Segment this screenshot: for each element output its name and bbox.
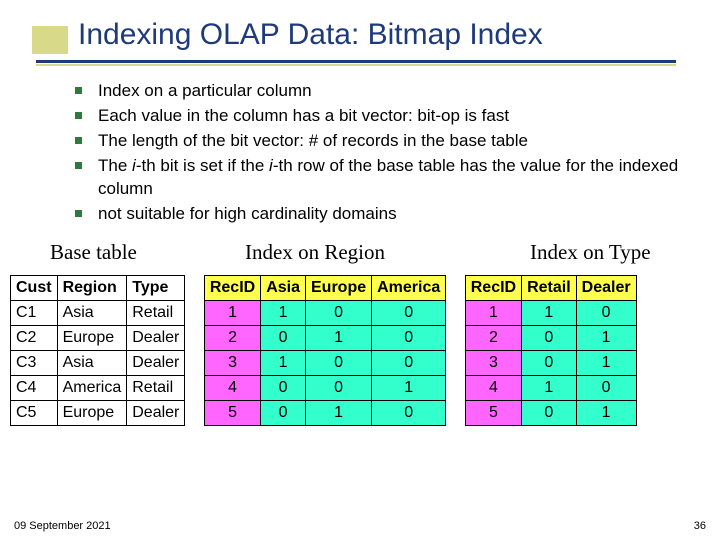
type-index-table: RecID Retail Dealer 1 1 0 2 0 1 3 0 1 4 [465, 275, 637, 426]
bullet-text: The length of the bit vector: # of recor… [98, 130, 680, 153]
table-row: 5 0 1 0 [204, 401, 445, 426]
table-row: C4 America Retail [11, 376, 185, 401]
bullet-item: The length of the bit vector: # of recor… [75, 130, 680, 153]
col-recid: RecID [204, 276, 260, 301]
col-cust: Cust [11, 276, 58, 301]
table-row: C1 Asia Retail [11, 301, 185, 326]
col-type: Type [127, 276, 185, 301]
accent-box [32, 26, 68, 54]
title-underline [36, 60, 676, 63]
table-header-row: RecID Retail Dealer [465, 276, 636, 301]
table-row: 2 0 1 [465, 326, 636, 351]
bullet-item: Each value in the column has a bit vecto… [75, 105, 680, 128]
table-row: C3 Asia Dealer [11, 351, 185, 376]
footer-page-number: 36 [694, 520, 706, 532]
slide: Indexing OLAP Data: Bitmap Index Index o… [0, 0, 720, 540]
table-row: 5 0 1 [465, 401, 636, 426]
bullet-text: not suitable for high cardinality domain… [98, 203, 680, 226]
table-row: 1 1 0 [465, 301, 636, 326]
bullet-item: Index on a particular column [75, 80, 680, 103]
table-row: 4 0 0 1 [204, 376, 445, 401]
bullet-icon [75, 210, 82, 217]
col-europe: Europe [306, 276, 372, 301]
col-region: Region [57, 276, 127, 301]
slide-title: Indexing OLAP Data: Bitmap Index [78, 18, 543, 52]
bullet-text: Index on a particular column [98, 80, 680, 103]
bullet-item: not suitable for high cardinality domain… [75, 203, 680, 226]
bullet-list: Index on a particular column Each value … [75, 80, 680, 228]
bullet-item: The i-th bit is set if the i-th row of t… [75, 155, 680, 201]
table-row: 1 1 0 0 [204, 301, 445, 326]
bullet-icon [75, 112, 82, 119]
table-row: 2 0 1 0 [204, 326, 445, 351]
bullet-text: Each value in the column has a bit vecto… [98, 105, 680, 128]
bullet-icon [75, 162, 82, 169]
table-row: 3 0 1 [465, 351, 636, 376]
col-recid: RecID [465, 276, 521, 301]
col-asia: Asia [261, 276, 306, 301]
table-row: 4 1 0 [465, 376, 636, 401]
label-index-region: Index on Region [245, 240, 385, 265]
col-america: America [372, 276, 446, 301]
bullet-text: The i-th bit is set if the i-th row of t… [98, 155, 680, 201]
base-table: Cust Region Type C1 Asia Retail C2 Europ… [10, 275, 185, 426]
table-header-row: Cust Region Type [11, 276, 185, 301]
bullet-icon [75, 87, 82, 94]
region-index-table: RecID Asia Europe America 1 1 0 0 2 0 1 … [204, 275, 446, 426]
footer-date: 09 September 2021 [14, 520, 111, 532]
table-row: 3 1 0 0 [204, 351, 445, 376]
col-dealer: Dealer [576, 276, 636, 301]
table-row: C5 Europe Dealer [11, 401, 185, 426]
table-header-row: RecID Asia Europe America [204, 276, 445, 301]
table-row: C2 Europe Dealer [11, 326, 185, 351]
bullet-icon [75, 137, 82, 144]
col-retail: Retail [522, 276, 577, 301]
label-index-type: Index on Type [530, 240, 651, 265]
label-base-table: Base table [50, 240, 137, 265]
tables-container: Cust Region Type C1 Asia Retail C2 Europ… [10, 275, 710, 426]
